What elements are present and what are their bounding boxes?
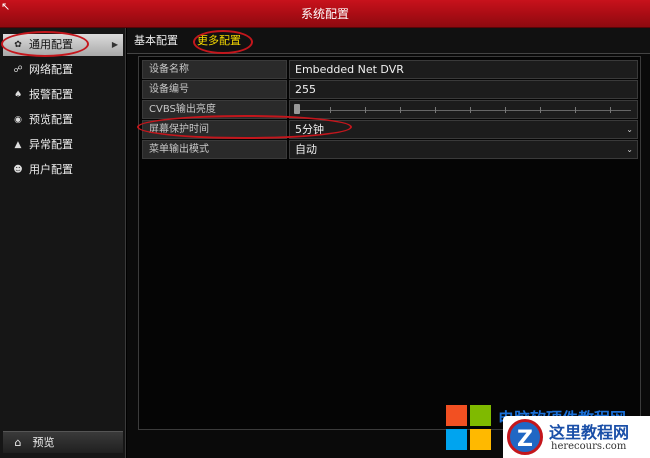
- slider-tick: [505, 107, 506, 113]
- device-name-label: 设备名称: [142, 60, 287, 79]
- sidebar-item-label: 报警配置: [29, 88, 73, 101]
- warning-icon: ▲: [14, 140, 22, 150]
- slider-tick: [540, 107, 541, 113]
- slider-tick: [400, 107, 401, 113]
- watermark-badge-url: herecours.com: [551, 441, 627, 452]
- title-bar: 系统配置: [0, 0, 650, 28]
- mouse-cursor-icon: ↖: [1, 0, 11, 13]
- home-icon: ⌂: [14, 436, 22, 449]
- settings-panel: 设备名称 Embedded Net DVR 设备编号 255 CVBS输出亮度: [138, 56, 641, 430]
- annotation-circle-general: [1, 31, 89, 57]
- slider-tick: [575, 107, 576, 113]
- sidebar-item-exception[interactable]: ▲ 异常配置: [3, 134, 123, 156]
- chevron-down-icon: ⌄: [626, 145, 633, 154]
- alarm-icon: ♠: [13, 90, 23, 100]
- device-number-row: 设备编号 255: [142, 80, 638, 99]
- sidebar-item-preview[interactable]: ◉ 预览配置: [3, 109, 123, 131]
- cvbs-brightness-slider[interactable]: [289, 100, 638, 119]
- sidebar-item-users[interactable]: ☻ 用户配置: [3, 159, 123, 181]
- main-panel: 基本配置 更多配置 设备名称 Embedded Net DVR 设备编号 255…: [127, 28, 650, 458]
- slider-tick: [435, 107, 436, 113]
- network-icon: ☍: [13, 65, 23, 75]
- menu-output-mode-label: 菜单输出模式: [142, 140, 287, 159]
- sidebar-item-label: 异常配置: [29, 138, 73, 151]
- sidebar-item-network[interactable]: ☍ 网络配置: [3, 59, 123, 81]
- annotation-circle-more-config: [193, 30, 253, 54]
- sidebar: ✿ 通用配置 ▶ ☍ 网络配置 ♠ 报警配置 ◉ 预览配置 ▲ 异常配置 ☻ 用…: [0, 28, 126, 458]
- chevron-right-icon: ▶: [111, 40, 118, 49]
- watermark-badge: Z 这里教程网 herecours.com: [503, 416, 650, 458]
- eye-icon: ◉: [14, 115, 22, 125]
- menu-output-mode-row: 菜单输出模式 自动 ⌄: [142, 140, 638, 159]
- annotation-circle-screensaver: [137, 115, 352, 139]
- sidebar-item-label: 预览配置: [29, 113, 73, 126]
- slider-tick: [365, 107, 366, 113]
- window-title: 系统配置: [300, 7, 349, 21]
- device-name-row: 设备名称 Embedded Net DVR: [142, 60, 638, 79]
- sidebar-item-label: 网络配置: [29, 63, 73, 76]
- menu-output-mode-select[interactable]: 自动 ⌄: [289, 140, 638, 159]
- site-logo-icon: Z: [507, 419, 543, 455]
- slider-tick: [470, 107, 471, 113]
- slider-tick: [610, 107, 611, 113]
- tab-basic-config[interactable]: 基本配置: [134, 32, 178, 50]
- preview-button[interactable]: ⌂ 预览: [3, 431, 123, 453]
- sidebar-item-alarm[interactable]: ♠ 报警配置: [3, 84, 123, 106]
- slider-track: [294, 110, 631, 111]
- users-icon: ☻: [13, 165, 23, 175]
- slider-handle[interactable]: [294, 104, 300, 114]
- device-number-label: 设备编号: [142, 80, 287, 99]
- watermark-badge-title: 这里教程网: [549, 423, 630, 442]
- preview-button-label: 预览: [32, 436, 55, 449]
- device-name-field[interactable]: Embedded Net DVR: [289, 60, 638, 79]
- device-number-field[interactable]: 255: [289, 80, 638, 99]
- menu-output-mode-value: 自动: [295, 143, 317, 156]
- windows-logo-watermark: [446, 405, 492, 451]
- slider-tick: [330, 107, 331, 113]
- sidebar-item-label: 用户配置: [29, 163, 73, 176]
- chevron-down-icon: ⌄: [626, 125, 633, 134]
